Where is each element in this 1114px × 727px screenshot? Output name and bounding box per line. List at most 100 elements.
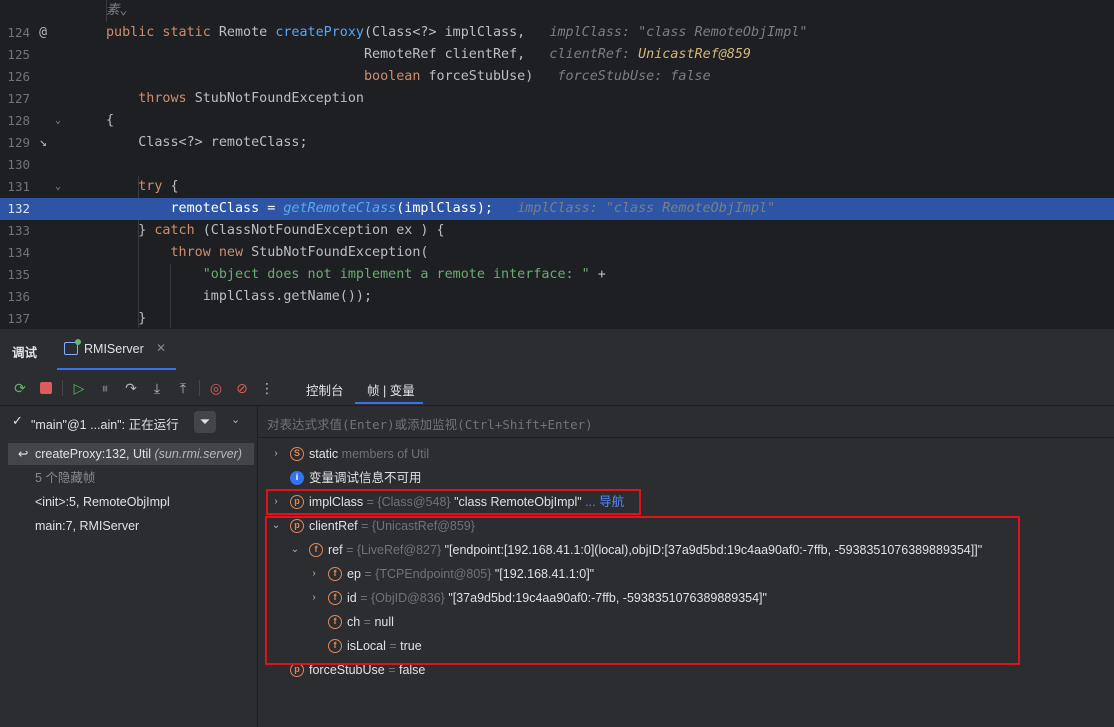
code-line[interactable]: 130 — [0, 154, 1114, 176]
code-line[interactable]: 135 "object does not implement a remote … — [0, 264, 1114, 286]
code-line[interactable]: 136 implClass.getName()); — [0, 286, 1114, 308]
code-line[interactable]: 124 @ public static Remote createProxy(Cla… — [0, 22, 1114, 44]
current-frame-icon: ↩ — [18, 447, 29, 461]
line-number[interactable]: 136 — [0, 286, 30, 308]
code-text: { — [106, 110, 114, 132]
code-token: forceStubUse) — [428, 69, 558, 84]
line-number[interactable]: 132 — [0, 198, 30, 220]
debug-tab-bar: 调试 RMIServer ✕ — [0, 329, 1114, 370]
code-token: try — [106, 179, 171, 194]
code-token: throws — [106, 91, 195, 106]
variable-row[interactable]: › Sstatic members of Util — [270, 443, 1110, 465]
code-text: throws StubNotFoundException — [106, 88, 364, 110]
fold-icon[interactable]: ⌄ — [52, 110, 64, 132]
inline-value-hint: forceStubUse: false — [557, 69, 711, 84]
variable-name: static — [309, 447, 339, 461]
pause-icon[interactable]: ⏸ — [96, 379, 114, 397]
code-line-current[interactable]: 132 remoteClass = getRemoteClass(implCla… — [0, 198, 1114, 220]
line-number[interactable]: 137 — [0, 308, 30, 328]
code-token: { — [170, 179, 179, 194]
line-number[interactable]: 133 — [0, 220, 30, 242]
run-tab-rmiserver[interactable]: RMIServer ✕ — [57, 329, 176, 370]
implements-icon[interactable]: @ — [36, 22, 50, 44]
thread-selector[interactable]: ✓ "main"@1 ...ain": 正在运行 ⏷ ⌄ — [0, 406, 257, 436]
frame-method: 5 个隐藏帧 — [35, 471, 96, 485]
code-line[interactable]: 127 throws StubNotFoundException — [0, 88, 1114, 110]
evaluate-expression-field[interactable]: 对表达式求值(Enter)或添加监视(Ctrl+Shift+Enter) — [258, 406, 1114, 438]
line-number[interactable]: 124 — [0, 22, 30, 44]
mute-breakpoints-icon[interactable]: ⊘ — [233, 379, 251, 397]
code-line[interactable]: 134 throw new StubNotFoundException( — [0, 242, 1114, 264]
hidden-frames-toggle[interactable]: 5 个隐藏帧 — [8, 467, 254, 489]
chevron-down-icon[interactable]: ⌄ — [231, 413, 240, 426]
code-line[interactable]: 133 } catch (ClassNotFoundException ex )… — [0, 220, 1114, 242]
frame-method: <init>:5, RemoteObjImpl — [35, 495, 170, 509]
debug-title: 调试 — [12, 346, 38, 360]
frame-method: main:7, RMIServer — [35, 519, 140, 533]
step-over-icon[interactable]: ↷ — [122, 379, 140, 397]
code-line[interactable]: 131 ⌄ try { — [0, 176, 1114, 198]
code-text: implClass.getName()); — [106, 286, 372, 308]
stack-frame[interactable]: main:7, RMIServer — [8, 515, 254, 537]
code-token: implClass.getName()); — [106, 289, 373, 304]
line-number[interactable]: 130 — [0, 154, 30, 176]
tab-console[interactable]: 控制台 — [306, 380, 344, 399]
inline-value-hint: implClass: "class RemoteObjImpl" — [517, 201, 776, 216]
frame-method: createProxy:132, Util — [35, 447, 155, 461]
line-number[interactable]: 134 — [0, 242, 30, 264]
stack-frame[interactable]: <init>:5, RemoteObjImpl — [8, 491, 254, 513]
highlight-box-clientref — [265, 516, 1020, 665]
line-number[interactable]: 129 — [0, 132, 30, 154]
fold-icon[interactable]: ⌄ — [52, 176, 64, 198]
variable-name: forceStubUse — [309, 663, 385, 677]
code-text: remoteClass = getRemoteClass(implClass);… — [106, 198, 775, 220]
code-token: "object does not implement a remote inte… — [106, 267, 598, 282]
code-token: (implClass); — [396, 201, 518, 216]
code-line[interactable]: 125 RemoteRef clientRef, clientRef: Unic… — [0, 44, 1114, 66]
line-number[interactable]: 127 — [0, 88, 30, 110]
parameter-icon: p — [290, 663, 304, 677]
inline-value-hint: 素⌄ — [106, 3, 128, 18]
thread-label: "main"@1 ...ain": 正在运行 — [31, 418, 179, 432]
line-number[interactable]: 131 — [0, 176, 30, 198]
line-number[interactable]: 135 — [0, 264, 30, 286]
run-to-cursor-icon[interactable]: ↘ — [36, 132, 50, 154]
debug-toolbar: ⟳ ▷ ⏸ ↷ ⤓ ⤒ ◎ ⊘ ⋮ — [0, 373, 290, 403]
resume-icon[interactable]: ▷ — [70, 379, 88, 397]
chevron-right-icon[interactable]: › — [270, 443, 282, 465]
inline-value-hint: clientRef: — [549, 47, 639, 62]
code-line[interactable]: 128 ⌄ { — [0, 110, 1114, 132]
tab-frames-variables[interactable]: 帧 | 变量 — [367, 380, 415, 399]
variable-row[interactable]: i 变量调试信息不可用 — [270, 467, 1110, 489]
code-editor[interactable]: 素⌄ 124 @ public static Remote createProxy(C… — [0, 0, 1114, 328]
code-line[interactable]: 126 boolean forceStubUse) forceStubUse: … — [0, 66, 1114, 88]
code-line[interactable]: 137 } — [0, 308, 1114, 328]
stop-icon[interactable] — [37, 379, 55, 397]
step-out-icon[interactable]: ⤒ — [174, 379, 192, 397]
code-token: throw new — [106, 245, 252, 260]
code-line[interactable]: 129 ↘ Class<?> remoteClass; — [0, 132, 1114, 154]
frame-label: <init>:5, RemoteObjImpl — [35, 491, 170, 513]
view-breakpoints-icon[interactable]: ◎ — [207, 379, 225, 397]
code-line[interactable]: 素⌄ — [0, 0, 1114, 22]
check-icon: ✓ — [12, 413, 23, 428]
code-text: RemoteRef clientRef, clientRef: UnicastR… — [106, 44, 751, 66]
code-token: getRemoteClass — [283, 201, 397, 216]
filter-icon[interactable]: ⏷ — [194, 411, 216, 433]
evaluate-placeholder: 对表达式求值(Enter)或添加监视(Ctrl+Shift+Enter) — [267, 417, 593, 432]
close-icon[interactable]: ✕ — [156, 341, 166, 355]
highlight-box-implclass — [266, 489, 641, 515]
line-number[interactable]: 125 — [0, 44, 30, 66]
step-into-icon[interactable]: ⤓ — [148, 379, 166, 397]
code-text: 素⌄ — [106, 0, 127, 22]
rerun-icon[interactable]: ⟳ — [11, 379, 29, 397]
stack-frame[interactable]: ↩ createProxy:132, Util (sun.rmi.server) — [8, 443, 254, 465]
inline-value-hint: UnicastRef@859 — [638, 47, 751, 62]
line-number[interactable]: 126 — [0, 66, 30, 88]
code-token: remoteClass = — [106, 201, 284, 216]
more-icon[interactable]: ⋮ — [258, 379, 276, 397]
toolbar-separator — [62, 380, 63, 396]
code-text: } — [106, 308, 146, 328]
line-number[interactable]: 128 — [0, 110, 30, 132]
code-token: } — [106, 223, 155, 238]
